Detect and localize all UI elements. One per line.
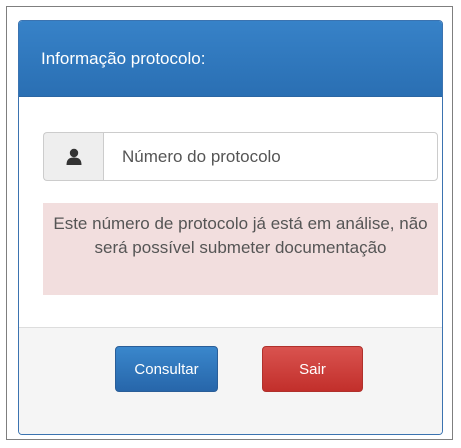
status-alert: Este número de protocolo já está em anál… xyxy=(43,203,438,295)
protocol-number-input[interactable] xyxy=(103,132,438,181)
panel-body: Este número de protocolo já está em anál… xyxy=(19,97,442,328)
protocol-panel: Informação protocolo: Este número de pro… xyxy=(18,20,443,435)
panel-footer: Consultar Sair xyxy=(19,328,442,434)
protocol-input-group xyxy=(43,132,438,181)
exit-button[interactable]: Sair xyxy=(262,346,363,392)
user-icon xyxy=(43,132,103,181)
user-icon-glyph xyxy=(66,148,81,165)
panel-title: Informação protocolo: xyxy=(19,21,442,97)
consult-button[interactable]: Consultar xyxy=(115,346,218,392)
